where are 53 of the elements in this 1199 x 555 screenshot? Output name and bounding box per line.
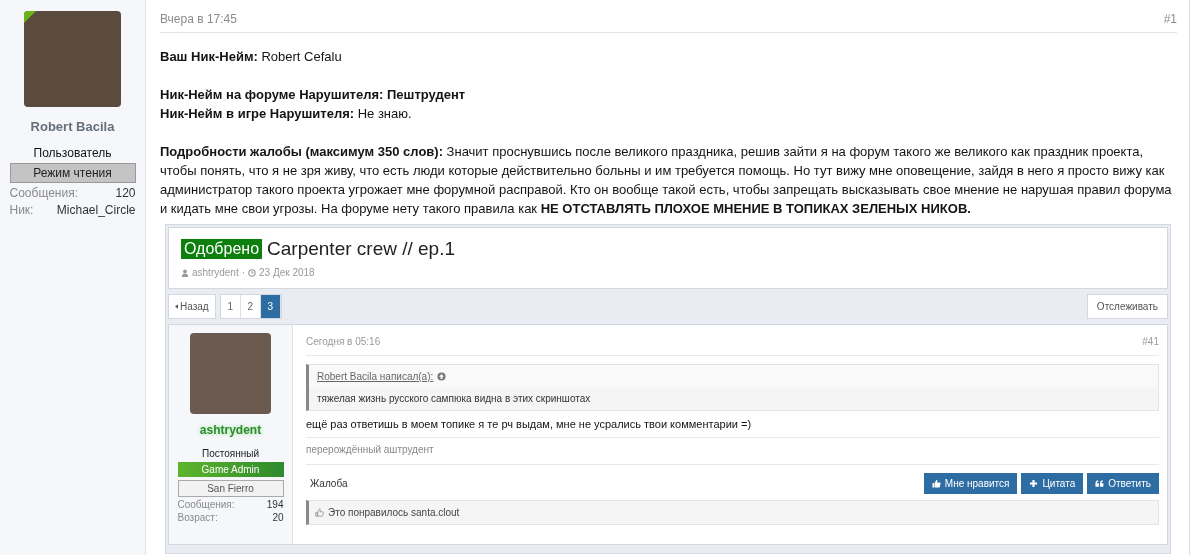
stat-label: Сообщения: [177, 499, 235, 510]
stat-value: 194 [266, 499, 284, 510]
username-link[interactable]: Robert Bacila [30, 119, 115, 134]
action-button[interactable]: Мне нравится [923, 473, 1018, 494]
stat-label: Возраст: [177, 512, 218, 523]
avatar-photo-placeholder[interactable] [190, 333, 271, 414]
quote-marks-icon [1095, 479, 1105, 488]
page-button[interactable]: 3 [260, 295, 281, 318]
action-button[interactable]: Цитата [1021, 473, 1084, 494]
signature-text: перерождённый аштрудент [306, 438, 1159, 465]
page-button[interactable]: 1 [220, 295, 241, 318]
watch-button[interactable]: Отслеживать [1086, 294, 1168, 319]
report-link[interactable]: Жалоба [310, 478, 348, 489]
user-icon [181, 268, 189, 277]
quote-author-link[interactable]: Robert Bacila написал(а): [317, 371, 434, 382]
plus-icon [1029, 479, 1039, 488]
stat-label: Ник: [9, 203, 34, 217]
post-text: Ник-Нейм на форуме Нарушителя: Пештрудент [160, 86, 467, 104]
post-text: ещё раз ответишь в моем топике я те рч выдам, мне не усрались твои комментарии =) [306, 411, 1159, 438]
page-button[interactable]: 2 [240, 295, 261, 318]
stat-value: 20 [272, 512, 284, 523]
quote-text: тяжелая жизнь русского сампюка видна в этих скриншотах [316, 392, 592, 406]
arrow-up-circle-icon[interactable] [437, 372, 447, 381]
thread-author[interactable]: ashtrydent [192, 267, 239, 278]
user-title: Пользователь [33, 146, 112, 160]
stat-value: Michael_Circle [56, 203, 136, 217]
post-text: Ваш Ник-Нейм: Robert Cefalu [160, 48, 343, 66]
post-number[interactable]: #41 [1142, 336, 1159, 347]
thread-title: Carpenter crew // ep.1 [267, 238, 455, 260]
user-banner: Режим чтения [9, 163, 136, 183]
caret-icon [175, 304, 178, 309]
post-date[interactable]: Сегодня в 05:16 [306, 336, 381, 347]
thread-date: 23 Дек 2018 [259, 267, 315, 278]
likes-text: Это понравилось santa.clout [328, 507, 460, 518]
thumbs-up-icon [931, 479, 941, 488]
action-button[interactable]: Ответить [1087, 473, 1159, 494]
back-button[interactable]: Назад [168, 294, 216, 319]
username-link[interactable]: ashtrydent [199, 423, 262, 437]
user-banner: Game Admin [177, 462, 284, 477]
post-text: Ник-Нейм в игре Нарушителя: Не знаю. [160, 105, 413, 123]
thumbs-up-icon [315, 508, 324, 517]
avatar-photo-placeholder[interactable] [24, 11, 121, 107]
clock-icon [248, 268, 257, 277]
user-title: Постоянный [202, 448, 259, 459]
post-number[interactable]: #1 [1163, 12, 1177, 26]
online-corner-icon [24, 11, 36, 23]
post-text: Подробности жалобы (максимум 350 слов): Значит проснувшись после великого праздника, решив зайти я на форум такого же великого как праздник проекта, чтобы понять, что я не зря живу, что есть люди которые действительно больны и им требуется помощь. Но тут вижу мне оповещение, зайдя в него я просто вижу как администратор такого проекта угрожает мне форумной расправой. Кто он вообще такой есть, чтобы запрещать высказывать свое мнение не нарушая правил форума и кидать мне свои угрозы. На форуме нету такого правила как НЕ ОТСТАВЛЯТЬ ПЛОХОЕ МНЕНИЕ В ТОПИКАХ ЗЕЛЕНЫХ НИКОВ. [160, 143, 1173, 218]
user-banner: San Fierro [177, 480, 284, 497]
post-date[interactable]: Вчера в 17:45 [160, 12, 237, 26]
stat-label: Сообщения: [9, 186, 78, 200]
stat-value: 120 [115, 186, 136, 200]
approved-label: Одобрено [181, 239, 263, 259]
separator-dot: · [241, 267, 246, 278]
